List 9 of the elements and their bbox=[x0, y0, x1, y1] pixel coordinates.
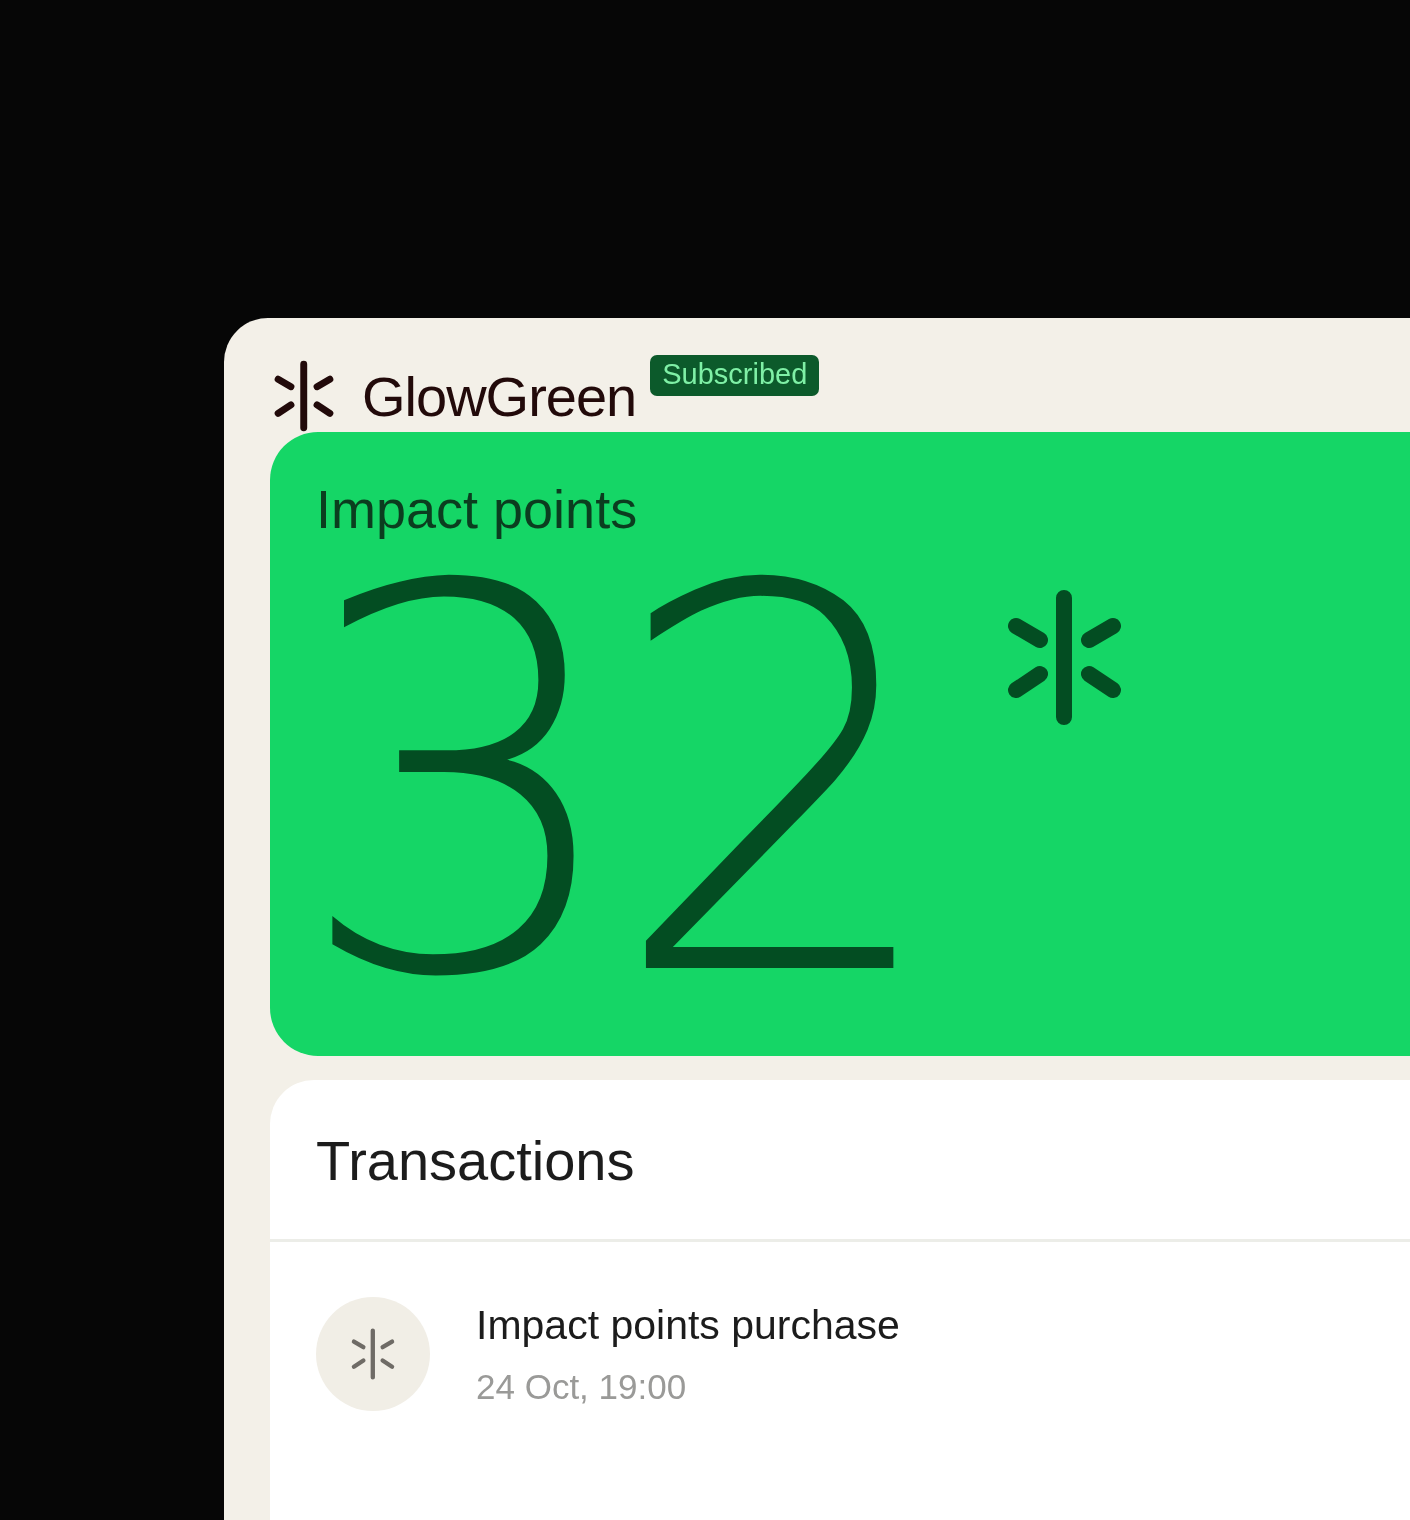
brand-name: GlowGreen bbox=[362, 363, 637, 429]
points-title: Impact points bbox=[316, 478, 638, 540]
transaction-time: 24 Oct, 19:00 bbox=[476, 1366, 688, 1407]
asterisk-icon bbox=[350, 1327, 396, 1381]
subscribed-badge: Subscribed bbox=[650, 355, 820, 396]
asterisk-icon bbox=[1006, 590, 1124, 725]
points-value: 32 bbox=[292, 570, 927, 1000]
transaction-title: Impact points purchase bbox=[476, 1301, 900, 1349]
transactions-title: Transactions bbox=[270, 1080, 1410, 1242]
